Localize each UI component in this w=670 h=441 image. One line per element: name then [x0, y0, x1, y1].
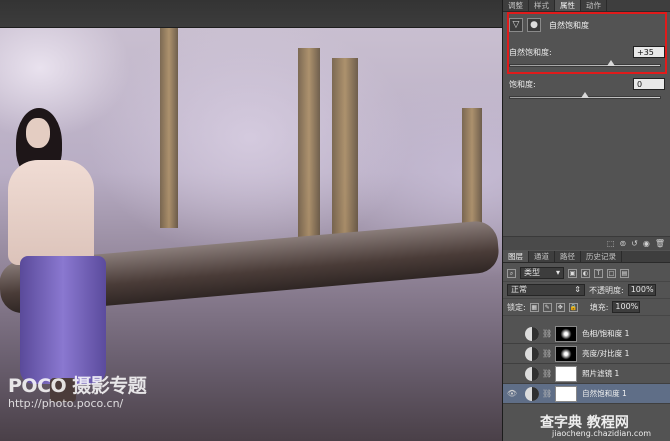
properties-footer: ⬚ ⊚ ↺ ◉ 🗑: [503, 236, 670, 250]
fill-label: 填充:: [589, 302, 609, 312]
layer-name: 色相/饱和度 1: [582, 329, 630, 338]
lock-label: 锁定:: [507, 302, 526, 312]
vibrance-label: 自然饱和度:: [509, 47, 552, 57]
link-icon[interactable]: ⛓: [542, 369, 552, 378]
site-watermark-url: jiaocheng.chazidian.com: [552, 429, 652, 438]
link-icon[interactable]: ⛓: [542, 389, 552, 398]
saturation-label: 饱和度:: [509, 79, 536, 89]
lock-all-icon[interactable]: 🔒: [568, 302, 578, 312]
layer-row[interactable]: ⛓ 亮度/对比度 1: [503, 344, 670, 364]
saturation-slider[interactable]: [509, 92, 661, 99]
search-icon: ⌕: [507, 268, 516, 278]
vibrance-row: 自然饱和度: +35: [509, 46, 665, 58]
tab-channels[interactable]: 通道: [529, 251, 555, 262]
layers-list: ⛓ 色相/饱和度 1 ⛓ 亮度/对比度 1 ⛓ 照片滤镜 1 👁 ⛓ 自然饱和度…: [503, 324, 670, 404]
layer-name: 亮度/对比度 1: [582, 349, 630, 358]
lock-row: 锁定: ▦ ✎ ✥ 🔒 填充: 100%: [503, 299, 670, 316]
adjustment-layer-icon: [525, 366, 539, 381]
layer-name: 照片滤镜 1: [582, 369, 620, 378]
woman-skirt: [20, 256, 106, 384]
lock-move-icon[interactable]: ✥: [555, 302, 565, 312]
type-filter-icon[interactable]: T: [594, 268, 603, 278]
fill-input[interactable]: 100%: [612, 301, 641, 313]
tab-paths[interactable]: 路径: [555, 251, 581, 262]
tab-history[interactable]: 历史记录: [581, 251, 622, 262]
reset-icon[interactable]: ↺: [631, 239, 638, 248]
tree-trunk: [332, 58, 358, 248]
opacity-label: 不透明度:: [589, 285, 624, 295]
vibrance-input[interactable]: +35: [633, 46, 665, 58]
layers-tabbar: 图层 通道 路径 历史记录: [503, 251, 670, 263]
woman-face: [26, 118, 50, 148]
properties-header: ▽ ● 自然饱和度: [503, 14, 670, 36]
tab-properties[interactable]: 属性: [555, 0, 581, 11]
blend-row: 正常 ⇕ 不透明度: 100%: [503, 282, 670, 299]
vibrance-slider-thumb[interactable]: [606, 60, 615, 66]
woman-blouse: [8, 160, 94, 265]
properties-title: 自然饱和度: [549, 20, 589, 30]
layer-mask-thumbnail[interactable]: [555, 365, 578, 382]
layer-row-selected[interactable]: 👁 ⛓ 自然饱和度 1: [503, 384, 670, 404]
tab-layers[interactable]: 图层: [503, 251, 529, 262]
visibility-eye-icon[interactable]: [505, 327, 519, 341]
tree-trunk: [298, 48, 320, 238]
layer-controls: ⌕ 类型 ▾ ▣ ◐ T □ ▤ 正常 ⇕ 不透明度: 100% 锁定: ▦ ✎…: [503, 265, 670, 316]
view-previous-icon[interactable]: ⊚: [619, 239, 626, 248]
link-icon[interactable]: ⛓: [542, 329, 552, 338]
layer-row[interactable]: ⛓ 照片滤镜 1: [503, 364, 670, 384]
filter-type-value: 类型: [524, 268, 540, 277]
smart-object-filter-icon[interactable]: ▤: [620, 268, 629, 278]
lock-brush-icon[interactable]: ✎: [542, 302, 552, 312]
vibrance-slider[interactable]: [509, 60, 661, 67]
blend-mode-select[interactable]: 正常 ⇕: [507, 284, 585, 296]
saturation-slider-thumb[interactable]: [581, 92, 589, 98]
link-icon[interactable]: ⛓: [542, 349, 552, 358]
vibrance-adjustment-icon: ▽: [509, 18, 523, 32]
filter-type-select[interactable]: 类型 ▾: [520, 267, 564, 279]
opacity-input[interactable]: 100%: [627, 284, 656, 296]
filter-row: ⌕ 类型 ▾ ▣ ◐ T □ ▤: [503, 265, 670, 282]
properties-tabbar: 调整 样式 属性 动作: [503, 0, 670, 12]
lock-transparent-icon[interactable]: ▦: [529, 302, 539, 312]
tab-actions[interactable]: 动作: [581, 0, 607, 11]
poco-watermark-logo: POCO 摄影专题: [8, 375, 147, 397]
adjustment-layer-icon: [525, 346, 539, 361]
adjustment-layer-icon: [525, 386, 539, 401]
blend-mode-value: 正常: [511, 285, 527, 294]
adjustment-filter-icon[interactable]: ◐: [581, 268, 590, 278]
layer-row[interactable]: ⛓ 色相/饱和度 1: [503, 324, 670, 344]
trash-icon[interactable]: 🗑: [655, 239, 665, 248]
tree-trunk: [462, 108, 482, 228]
layer-mask-thumbnail[interactable]: [555, 325, 578, 342]
layer-mask-thumbnail[interactable]: [555, 345, 578, 362]
visibility-eye-icon[interactable]: 👁: [505, 387, 519, 401]
mask-icon[interactable]: ●: [527, 18, 541, 32]
saturation-input[interactable]: 0: [633, 78, 665, 90]
tab-styles[interactable]: 样式: [529, 0, 555, 11]
visibility-eye-icon[interactable]: [505, 347, 519, 361]
poco-watermark-url: http://photo.poco.cn/: [8, 397, 124, 410]
saturation-row: 饱和度: 0: [509, 78, 665, 90]
clip-to-layer-icon[interactable]: ⬚: [607, 239, 615, 248]
right-panel: 调整 样式 属性 动作 ▽ ● 自然饱和度 自然饱和度: +35 饱和度: 0 …: [502, 0, 670, 441]
visibility-icon[interactable]: ◉: [643, 239, 650, 248]
layer-mask-thumbnail[interactable]: [555, 385, 578, 402]
visibility-eye-icon[interactable]: [505, 367, 519, 381]
chevron-down-icon: ⇕: [574, 285, 581, 294]
shape-filter-icon[interactable]: □: [607, 268, 616, 278]
chevron-down-icon: ▾: [555, 268, 560, 277]
adjustment-layer-icon: [525, 326, 539, 341]
pixel-filter-icon[interactable]: ▣: [568, 268, 577, 278]
tree-trunk: [160, 28, 178, 228]
canvas-top-bar: [0, 0, 502, 28]
layer-name: 自然饱和度 1: [582, 389, 627, 398]
tab-adjustments[interactable]: 调整: [503, 0, 529, 11]
